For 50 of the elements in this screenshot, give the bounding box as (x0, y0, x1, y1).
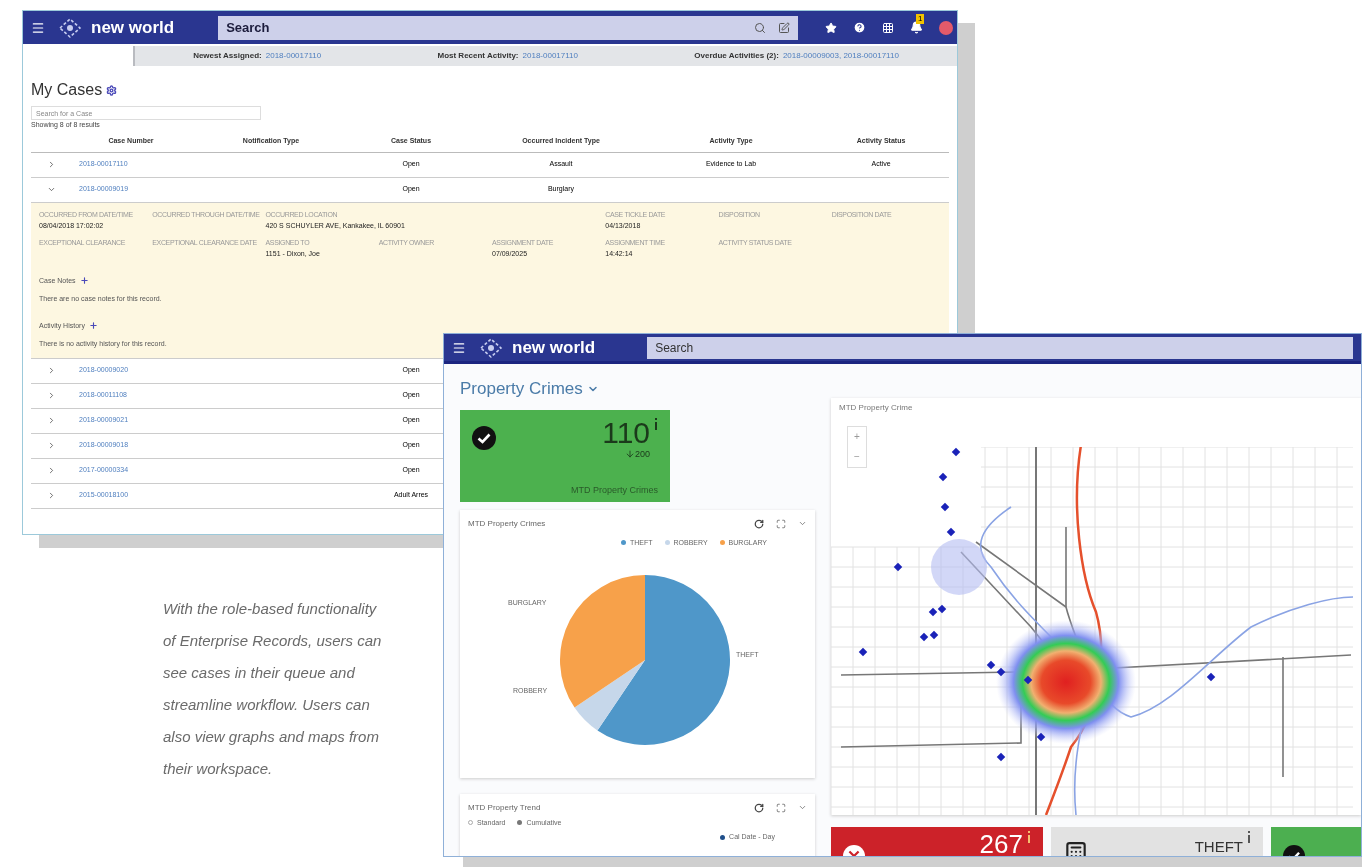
case-link[interactable]: 2018-00009003, 2018-00017110 (782, 50, 899, 62)
menu-icon[interactable] (452, 340, 466, 355)
refresh-icon[interactable] (754, 518, 764, 529)
check-circle-icon (472, 425, 496, 450)
edit-icon[interactable] (778, 21, 791, 34)
notification-badge: 1 (916, 14, 925, 24)
zoom-button[interactable]: + (848, 427, 866, 447)
panel-title: MTD Property Trend (468, 801, 541, 814)
collapse-chevron-icon[interactable] (46, 185, 56, 194)
page-title: My Cases (31, 80, 103, 100)
fullscreen-icon[interactable] (776, 802, 786, 813)
down-arrow-icon (624, 449, 635, 460)
search-field[interactable]: Search (218, 15, 799, 40)
card-value: THEFT (1194, 839, 1243, 854)
zoom-button[interactable]: − (848, 447, 866, 467)
panel-title: MTD Property Crimes (468, 517, 546, 530)
kpi-change: 200 (634, 447, 650, 461)
summary-label: Newest Assigned: (193, 50, 262, 62)
info-icon (654, 417, 658, 430)
panel-title: MTD Property Crime (838, 402, 914, 414)
search-icon[interactable] (754, 21, 767, 34)
add-icon[interactable] (88, 321, 98, 331)
grid-icon[interactable] (882, 21, 894, 34)
caret-icon[interactable] (798, 519, 807, 528)
case-link[interactable]: 2018-00017110 (265, 50, 322, 62)
search-field[interactable]: Search (647, 336, 1353, 359)
info-icon (1247, 831, 1251, 843)
logo-icon (478, 336, 504, 359)
kpi-value: 110 (602, 417, 650, 448)
star-icon[interactable] (825, 21, 837, 34)
caret-icon[interactable] (798, 803, 807, 812)
card-value: 267 (979, 831, 1023, 856)
add-icon[interactable] (79, 276, 89, 286)
info-icon (1027, 831, 1031, 843)
bell-icon[interactable] (910, 21, 923, 34)
menu-icon[interactable] (31, 20, 45, 35)
settings-icon[interactable] (106, 84, 118, 96)
summary-label: Most Recent Activity: (437, 50, 519, 62)
logo-icon (57, 16, 83, 39)
dashboard-title[interactable]: Property Crimes (460, 376, 583, 402)
kpi-label: MTD Property Crimes (571, 484, 658, 497)
avatar[interactable] (939, 20, 953, 35)
case-link[interactable]: 2018-00017110 (522, 50, 578, 62)
logo-text: new world (91, 19, 175, 36)
refresh-icon[interactable] (754, 802, 764, 813)
logo-text: new world (512, 339, 596, 356)
fullscreen-icon[interactable] (776, 518, 786, 529)
caption-text: With the role-based functionality of Enterprise Records, users can see cases in their queue and streamline workflow. Users can also view graphs and maps from their workspace. (163, 599, 383, 779)
summary-label: Overdue Activities (2): (694, 50, 779, 62)
help-icon[interactable] (853, 21, 866, 34)
